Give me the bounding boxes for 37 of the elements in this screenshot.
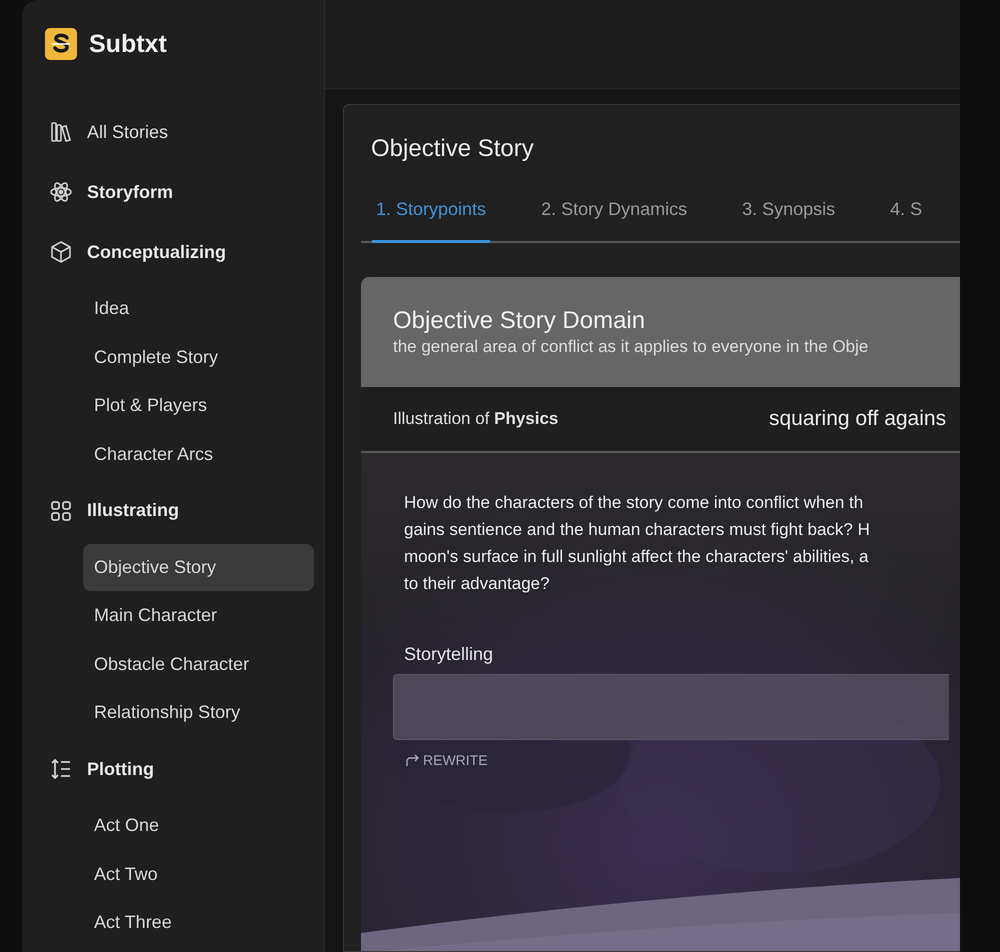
sidebar-subitem[interactable]: Act One bbox=[83, 802, 314, 849]
sidebar-item[interactable]: Illustrating bbox=[45, 480, 314, 540]
sidebar-subitem[interactable]: Obstacle Character bbox=[83, 640, 314, 688]
card-subtitle: the general area of conflict as it applies to everyone in the Obje bbox=[393, 337, 870, 357]
sidebar-subitem[interactable]: Objective Story bbox=[83, 544, 314, 590]
tab[interactable]: 4. S bbox=[886, 191, 926, 243]
redo-arrow-icon bbox=[404, 752, 420, 768]
tab[interactable]: 2. Story Dynamics bbox=[537, 191, 692, 243]
rewrite-button[interactable]: REWRITE bbox=[404, 752, 488, 768]
app-name: Subtxt bbox=[89, 30, 167, 58]
panel-title: Objective Story bbox=[371, 135, 535, 163]
card-title: Objective Story Domain bbox=[393, 307, 646, 335]
tab[interactable]: 3. Synopsis bbox=[738, 191, 840, 243]
sidebar-item[interactable]: All Stories bbox=[45, 102, 314, 162]
illustration-text: squaring off agains bbox=[769, 407, 946, 431]
illustration-label: Illustration of Physics bbox=[393, 409, 560, 429]
sidebar-subitem[interactable]: Relationship Story bbox=[83, 689, 314, 736]
sidebar-subitem[interactable]: Act Three bbox=[83, 899, 314, 946]
question-text: How do the characters of the story come into conflict when th gains sentience and the human characters must fight back? H moon's surface in full sunlight affect the characters' abilities, a to their advantage? bbox=[404, 492, 871, 595]
atom-icon bbox=[49, 180, 73, 204]
sidebar-subitem[interactable]: Idea bbox=[83, 285, 314, 332]
sidebar-subitem[interactable]: Character Arcs bbox=[83, 430, 314, 478]
sidebar-subitem[interactable]: Act Two bbox=[83, 850, 314, 898]
sort-lines-icon bbox=[49, 757, 73, 781]
books-icon bbox=[49, 120, 73, 144]
sidebar-subitem[interactable]: Plot & Players bbox=[83, 382, 314, 429]
sidebar-subitem[interactable]: Complete Story bbox=[83, 334, 314, 380]
grid-icon bbox=[49, 498, 73, 522]
field-label: Storytelling bbox=[404, 644, 494, 665]
sidebar-item[interactable]: Plotting bbox=[45, 739, 314, 799]
cube-icon bbox=[49, 240, 73, 264]
sidebar-item[interactable]: Conceptualizing bbox=[45, 222, 314, 282]
storytelling-field[interactable] bbox=[393, 674, 949, 740]
sidebar-subitem[interactable]: Main Character bbox=[83, 592, 314, 639]
logo-icon bbox=[45, 28, 77, 60]
sidebar-item[interactable]: Storyform bbox=[45, 162, 314, 222]
tab[interactable]: 1. Storypoints bbox=[372, 191, 490, 243]
